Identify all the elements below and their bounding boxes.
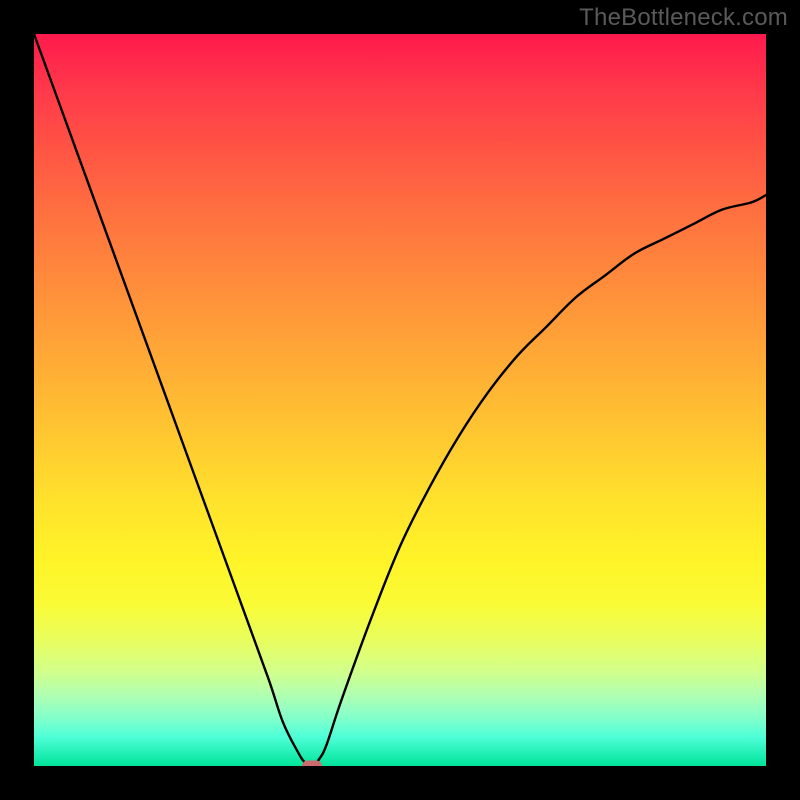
frame-bottom bbox=[0, 766, 800, 800]
bottleneck-curve bbox=[34, 34, 766, 766]
frame-right bbox=[766, 0, 800, 800]
curve-svg bbox=[34, 34, 766, 766]
plot-area bbox=[34, 34, 766, 766]
frame-left bbox=[0, 0, 34, 800]
watermark-text: TheBottleneck.com bbox=[579, 4, 788, 32]
chart-container: TheBottleneck.com bbox=[0, 0, 800, 800]
